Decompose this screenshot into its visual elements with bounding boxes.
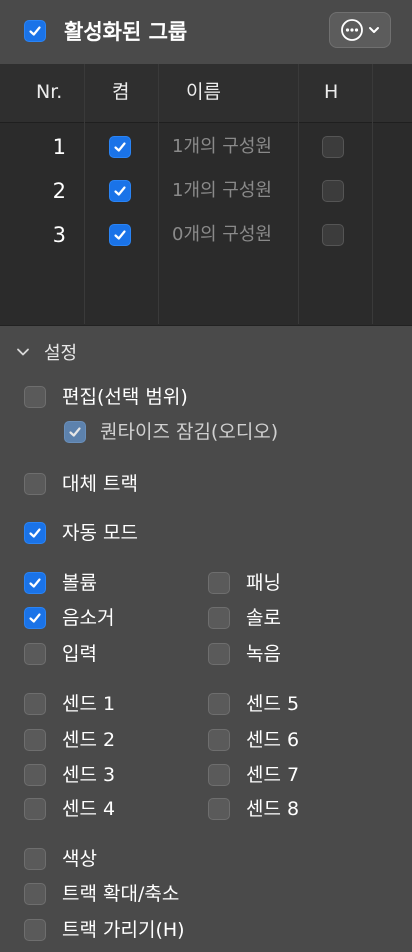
input-checkbox[interactable] <box>24 643 46 665</box>
take-track-label: 대체 트랙 <box>62 473 138 495</box>
volume-label: 볼륨 <box>62 572 97 594</box>
send-5-checkbox[interactable] <box>208 693 230 715</box>
more-options-button[interactable] <box>329 12 391 48</box>
send-1-checkbox[interactable] <box>24 693 46 715</box>
send-3-checkbox[interactable] <box>24 764 46 786</box>
pan-label: 패닝 <box>246 572 281 594</box>
quantize-lock-checkbox[interactable] <box>64 421 86 443</box>
group-enabled-checkbox[interactable] <box>24 20 46 42</box>
ellipsis-circle-icon <box>341 19 363 41</box>
send-3-label: 센드 3 <box>62 764 116 786</box>
row-number: 3 <box>52 223 66 247</box>
disclosure-chevron-icon[interactable] <box>16 345 30 359</box>
send-2-checkbox[interactable] <box>24 729 46 751</box>
track-zoom-checkbox[interactable] <box>24 883 46 905</box>
header-title: 활성화된 그룹 <box>64 20 188 44</box>
row-hide-checkbox[interactable] <box>322 136 344 158</box>
record-checkbox[interactable] <box>208 643 230 665</box>
hide-track-label: 트랙 가리기(H) <box>62 919 185 941</box>
row-name[interactable]: 1개의 구성원 <box>172 179 272 203</box>
mute-checkbox[interactable] <box>24 607 46 629</box>
column-divider <box>84 64 85 324</box>
row-on-checkbox[interactable] <box>109 180 131 202</box>
row-hide-checkbox[interactable] <box>322 224 344 246</box>
solo-label: 솔로 <box>246 607 281 629</box>
automation-mode-checkbox[interactable] <box>24 522 46 544</box>
column-header-on[interactable]: 켬 <box>112 80 129 104</box>
hide-track-checkbox[interactable] <box>24 919 46 941</box>
send-1-label: 센드 1 <box>62 693 116 715</box>
send-8-label: 센드 8 <box>246 798 300 820</box>
checkmark-icon <box>114 186 126 196</box>
checkmark-icon <box>29 26 41 36</box>
column-divider <box>372 64 373 324</box>
send-8-checkbox[interactable] <box>208 798 230 820</box>
send-2-label: 센드 2 <box>62 729 116 751</box>
color-label: 색상 <box>62 848 97 870</box>
row-number: 1 <box>52 135 66 159</box>
take-track-checkbox[interactable] <box>24 473 46 495</box>
solo-checkbox[interactable] <box>208 607 230 629</box>
column-header-nr[interactable]: Nr. <box>36 80 62 104</box>
send-4-label: 센드 4 <box>62 798 116 820</box>
pan-checkbox[interactable] <box>208 572 230 594</box>
send-4-checkbox[interactable] <box>24 798 46 820</box>
column-header-h[interactable]: H <box>324 80 338 104</box>
column-divider <box>158 64 159 324</box>
row-number: 2 <box>52 179 66 203</box>
quantize-lock-label: 퀀타이즈 잠김(오디오) <box>100 421 279 443</box>
volume-checkbox[interactable] <box>24 572 46 594</box>
input-label: 입력 <box>62 643 97 665</box>
send-6-checkbox[interactable] <box>208 729 230 751</box>
checkmark-icon <box>29 578 41 588</box>
column-divider <box>298 64 299 324</box>
send-6-label: 센드 6 <box>246 729 300 751</box>
row-on-checkbox[interactable] <box>109 136 131 158</box>
mute-label: 음소거 <box>62 607 115 629</box>
send-7-checkbox[interactable] <box>208 764 230 786</box>
checkmark-icon <box>29 528 41 538</box>
edit-selection-label: 편집(선택 범위) <box>62 386 188 408</box>
checkmark-icon <box>114 230 126 240</box>
checkmark-icon <box>29 613 41 623</box>
settings-section-title[interactable]: 설정 <box>44 342 77 366</box>
row-name[interactable]: 0개의 구성원 <box>172 223 272 247</box>
record-label: 녹음 <box>246 643 281 665</box>
row-on-checkbox[interactable] <box>109 224 131 246</box>
send-7-label: 센드 7 <box>246 764 300 786</box>
track-zoom-label: 트랙 확대/축소 <box>62 883 180 905</box>
edit-selection-checkbox[interactable] <box>24 386 46 408</box>
checkmark-icon <box>69 427 81 437</box>
color-checkbox[interactable] <box>24 848 46 870</box>
chevron-down-icon <box>369 27 379 33</box>
send-5-label: 센드 5 <box>246 693 300 715</box>
row-hide-checkbox[interactable] <box>322 180 344 202</box>
row-name[interactable]: 1개의 구성원 <box>172 135 272 159</box>
column-header-name[interactable]: 이름 <box>186 80 221 104</box>
automation-mode-label: 자동 모드 <box>62 522 138 544</box>
checkmark-icon <box>114 142 126 152</box>
